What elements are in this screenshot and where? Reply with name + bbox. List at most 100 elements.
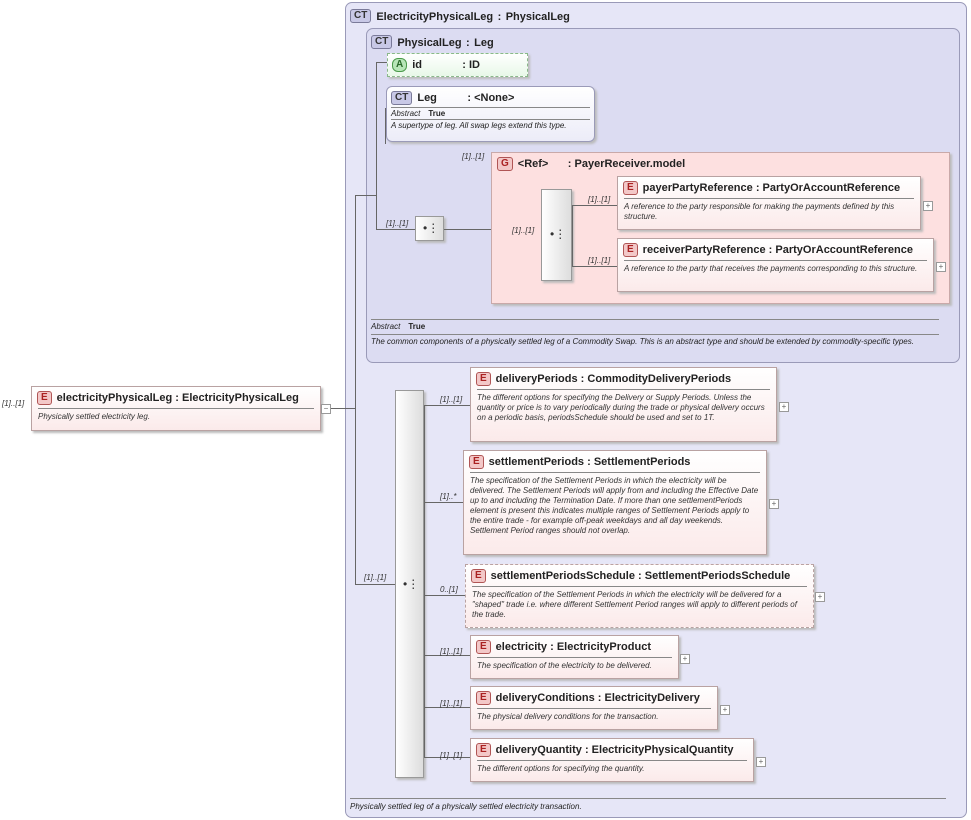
element-description: The physical delivery conditions for the… [477, 708, 711, 725]
element-icon: E [37, 391, 52, 405]
connector [424, 502, 463, 503]
abstract-value: True [428, 109, 446, 118]
multiplicity: [1]..[1] [440, 699, 463, 708]
multiplicity: [1]..[1] [440, 647, 463, 656]
multiplicity: [1]..[1] [386, 219, 409, 228]
element-settlement-periods[interactable]: EsettlementPeriods : SettlementPeriods T… [463, 450, 767, 555]
ct-leg-description: A supertype of leg. All swap legs extend… [391, 119, 590, 131]
element-name: deliveryQuantity [495, 743, 582, 756]
separator: : [497, 11, 502, 23]
ct-outer-base: PhysicalLeg [505, 11, 570, 23]
element-description: The different options for specifying the… [477, 760, 747, 777]
element-settlement-periods-schedule[interactable]: EsettlementPeriodsSchedule : SettlementP… [465, 564, 814, 628]
multiplicity: [1]..[1] [364, 573, 387, 582]
abstract-label: Abstract [371, 322, 401, 331]
element-icon: E [623, 181, 638, 195]
connector [424, 595, 465, 596]
group-header: G <Ref>: PayerReceiver.model [497, 157, 685, 171]
root-name: electricityPhysicalLeg [56, 391, 173, 404]
element-description: A reference to the party responsible for… [624, 198, 914, 225]
element-name: receiverPartyReference [642, 243, 766, 256]
connector [355, 584, 395, 585]
sequence-icon: •⋮ [550, 227, 567, 241]
complex-type-icon: CT [350, 8, 372, 23]
root-type: ElectricityPhysicalLeg [182, 391, 299, 404]
element-icon: E [476, 640, 491, 654]
ct-inner-base: Leg [474, 37, 494, 49]
ct-inner-abstract: Abstract True [371, 319, 939, 331]
element-type: SettlementPeriodsSchedule [644, 569, 791, 582]
group-icon: G [497, 157, 513, 171]
group-type: PayerReceiver.model [574, 157, 686, 170]
element-description: The specification of the electricity to … [477, 657, 672, 674]
expand-button[interactable]: + [923, 201, 933, 211]
multiplicity: [1]..[1] [588, 256, 611, 265]
element-name: deliveryPeriods [495, 372, 578, 385]
complex-type-icon: CT [371, 34, 393, 49]
sequence-compositor[interactable]: •⋮ [395, 390, 424, 778]
element-type: PartyOrAccountReference [775, 243, 913, 256]
ct-leg[interactable]: CT Leg: <None> Abstract True A supertype o… [386, 86, 595, 142]
ct-outer-description: Physically settled leg of a physically s… [350, 798, 946, 811]
element-icon: E [471, 569, 486, 583]
element-delivery-conditions[interactable]: EdeliveryConditions : ElectricityDeliver… [470, 686, 718, 730]
separator: : [584, 743, 589, 756]
expand-button[interactable]: + [779, 402, 789, 412]
separator: : [567, 157, 572, 170]
element-receiver-party-reference[interactable]: EreceiverPartyReference : PartyOrAccount… [617, 238, 934, 292]
connector [424, 405, 470, 406]
element-name: deliveryConditions [495, 691, 595, 704]
sequence-icon: •⋮ [403, 577, 420, 591]
ct-leg-type: <None> [474, 91, 515, 104]
connector [376, 229, 416, 230]
separator: : [580, 372, 585, 385]
element-description: The specification of the Settlement Peri… [470, 472, 760, 539]
expand-button[interactable]: + [769, 499, 779, 509]
element-name: settlementPeriodsSchedule [490, 569, 635, 582]
multiplicity: 0..[1] [440, 585, 458, 594]
element-type: ElectricityProduct [556, 640, 651, 653]
multiplicity: [1]..[1] [588, 195, 611, 204]
collapse-button[interactable]: − [321, 404, 331, 414]
sequence-compositor[interactable]: •⋮ [541, 189, 572, 281]
expand-button[interactable]: + [720, 705, 730, 715]
sequence-compositor[interactable]: •⋮ [415, 216, 444, 241]
ct-outer-header: CT ElectricityPhysicalLeg : PhysicalLeg [350, 7, 570, 25]
connector [572, 205, 573, 267]
connector [355, 195, 366, 196]
attribute-id[interactable]: Aid: ID [387, 53, 528, 77]
connector [355, 195, 356, 584]
separator: : [466, 37, 470, 49]
element-type: ElectricityDelivery [604, 691, 700, 704]
element-type: SettlementPeriods [593, 455, 691, 468]
connector [444, 229, 492, 230]
element-payer-party-reference[interactable]: EpayerPartyReference : PartyOrAccountRef… [617, 176, 921, 230]
root-element-electricity-physical-leg[interactable]: EelectricityPhysicalLeg : ElectricityPhy… [31, 386, 321, 431]
connector [424, 405, 425, 757]
ct-outer-name: ElectricityPhysicalLeg [376, 11, 494, 23]
element-icon: E [469, 455, 484, 469]
expand-button[interactable]: + [815, 592, 825, 602]
abstract-value: True [408, 322, 426, 331]
element-delivery-quantity[interactable]: EdeliveryQuantity : ElectricityPhysicalQ… [470, 738, 754, 782]
element-name: electricity [495, 640, 548, 653]
element-type: CommodityDeliveryPeriods [587, 372, 732, 385]
root-multiplicity: [1]..[1] [2, 399, 25, 408]
element-delivery-periods[interactable]: EdeliveryPeriods : CommodityDeliveryPeri… [470, 367, 777, 442]
connector [572, 266, 618, 267]
separator: : [550, 640, 554, 653]
element-description: The specification of the Settlement Peri… [472, 586, 807, 623]
sequence-icon: •⋮ [423, 221, 440, 235]
group-name: <Ref> [517, 157, 549, 170]
expand-button[interactable]: + [680, 654, 690, 664]
expand-button[interactable]: + [756, 757, 766, 767]
expand-button[interactable]: + [936, 262, 946, 272]
multiplicity: [1]..[1] [512, 226, 535, 235]
connector [366, 195, 376, 196]
separator: : [175, 391, 179, 404]
ct-inner-description: The common components of a physically se… [371, 334, 939, 347]
root-description: Physically settled electricity leg. [38, 408, 314, 425]
element-electricity[interactable]: Eelectricity : ElectricityProduct The sp… [470, 635, 679, 679]
separator: : [587, 455, 591, 468]
separator: : [462, 58, 466, 71]
